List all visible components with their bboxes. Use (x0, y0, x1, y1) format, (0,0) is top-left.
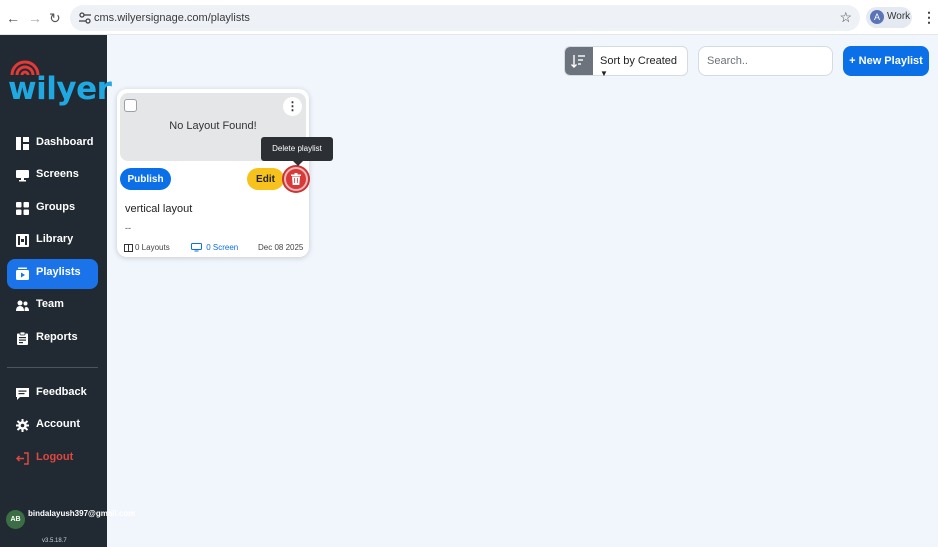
sidebar-item-groups[interactable]: Groups (7, 194, 98, 224)
reload-icon[interactable]: ↻ (49, 10, 61, 27)
bookmark-star-icon[interactable]: ☆ (839, 9, 852, 26)
playlist-card[interactable]: ⋮ No Layout Found! Publish Edit vertical… (117, 89, 309, 257)
delete-playlist-button[interactable] (284, 167, 308, 191)
empty-thumbnail-message: No Layout Found! (169, 120, 257, 132)
dashboard-icon (16, 137, 29, 150)
layout-icon (124, 244, 133, 252)
sidebar-item-account[interactable]: Account (7, 411, 98, 441)
user-email: bindalayush397@gmail.com (28, 509, 136, 518)
sidebar-item-playlists[interactable]: Playlists (7, 259, 98, 289)
back-icon[interactable]: ← (6, 10, 20, 26)
sidebar-item-label: Playlists (36, 266, 81, 278)
user-profile[interactable]: AB bindalayush397@gmail.com (6, 508, 136, 538)
sidebar-item-label: Screens (36, 168, 79, 180)
sidebar-item-label: Reports (36, 331, 78, 343)
sidebar-divider (7, 367, 98, 368)
profile-label: Work (887, 11, 911, 22)
library-icon (16, 234, 29, 247)
tooltip-text: Delete playlist (272, 144, 322, 153)
caret-down-icon: ▼ (600, 69, 608, 78)
logout-icon (16, 452, 29, 465)
wilyer-logo[interactable]: wilyer (8, 57, 112, 109)
sidebar-item-logout[interactable]: Logout (7, 444, 98, 474)
sidebar-item-dashboard[interactable]: Dashboard (7, 129, 98, 159)
clipboard-icon (17, 332, 28, 345)
sidebar-item-screens[interactable]: Screens (7, 161, 98, 191)
screens-count[interactable]: 0 Screen (191, 243, 238, 252)
tooltip-arrow (293, 161, 303, 166)
profile-button[interactable]: A Work (866, 7, 912, 28)
more-options-icon[interactable]: ⋮ (283, 97, 302, 116)
created-date: Dec 08 2025 (258, 243, 304, 252)
sidebar-item-feedback[interactable]: Feedback (7, 379, 98, 409)
playlist-description: -- (125, 223, 131, 233)
playlist-icon (16, 267, 29, 280)
publish-button[interactable]: Publish (120, 168, 171, 190)
sidebar-item-label: Account (36, 418, 80, 430)
sidebar-item-label: Team (36, 298, 64, 310)
delete-tooltip: Delete playlist (261, 137, 333, 166)
sidebar: wilyer Dashboard Screens Groups Library … (0, 35, 136, 547)
address-bar[interactable]: cms.wilyersignage.com/playlists ☆ (70, 5, 860, 31)
sort-dropdown[interactable]: Sort by Created ▼ (564, 46, 688, 78)
new-playlist-button[interactable]: + New Playlist (843, 46, 929, 76)
sidebar-item-reports[interactable]: Reports (7, 324, 98, 354)
layouts-count: 0 Layouts (124, 243, 170, 252)
sidebar-item-label: Dashboard (36, 136, 94, 148)
team-icon (16, 300, 29, 311)
profile-avatar: A (870, 10, 884, 24)
sidebar-item-label: Library (36, 233, 74, 245)
monitor-icon (191, 243, 202, 252)
monitor-icon (16, 170, 29, 182)
site-settings-icon[interactable] (78, 11, 92, 25)
select-checkbox[interactable] (124, 99, 137, 112)
trash-icon (291, 173, 301, 185)
sidebar-item-team[interactable]: Team (7, 291, 98, 321)
url-text: cms.wilyersignage.com/playlists (94, 12, 250, 24)
forward-icon[interactable]: → (28, 10, 42, 26)
gear-icon (16, 419, 29, 432)
search-input[interactable] (698, 46, 833, 76)
logo-text: wilyer (8, 71, 112, 107)
playlist-title: vertical layout (125, 203, 193, 215)
sidebar-item-label: Logout (36, 451, 74, 463)
sidebar-item-library[interactable]: Library (7, 226, 98, 256)
edit-button[interactable]: Edit (247, 168, 284, 190)
sort-label: Sort by Created ▼ (600, 55, 678, 78)
avatar: AB (6, 510, 25, 529)
browser-menu-icon[interactable]: ⋮ (922, 9, 936, 26)
sort-icon (565, 47, 593, 75)
groups-icon (16, 202, 29, 215)
feedback-icon (16, 388, 29, 400)
sidebar-item-label: Feedback (36, 386, 87, 398)
browser-toolbar: ← → ↻ cms.wilyersignage.com/playlists ☆ … (0, 0, 938, 35)
sidebar-item-label: Groups (36, 201, 76, 213)
app-version: v3.5.18.7 (42, 538, 67, 544)
